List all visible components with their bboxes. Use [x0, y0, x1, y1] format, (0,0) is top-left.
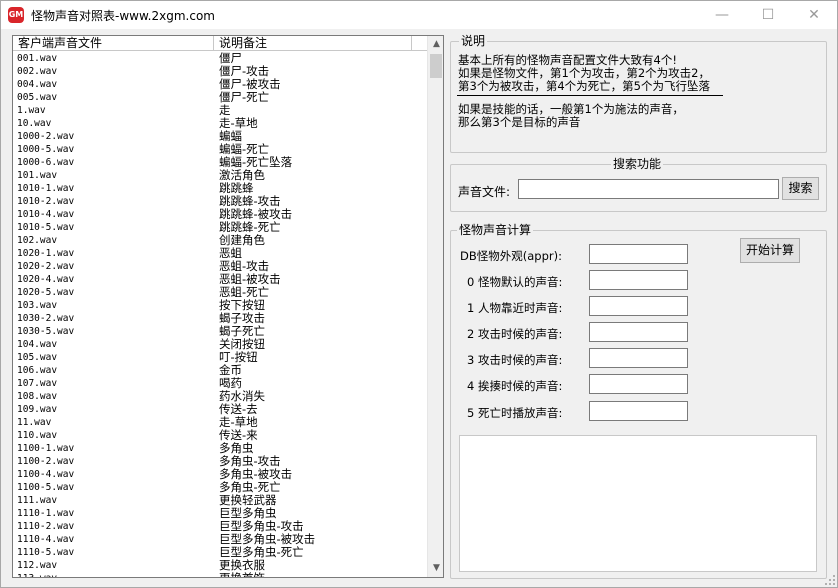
sound-file-name: 108.wav: [17, 391, 58, 402]
search-legend: 搜索功能: [611, 157, 664, 171]
sound-file-name: 1020-2.wav: [17, 261, 75, 272]
sound-file-label: 声音文件:: [458, 185, 511, 199]
window-title: 怪物声音对照表-www.2xgm.com: [31, 9, 215, 23]
sound-file-name: 001.wav: [17, 53, 58, 64]
sound-file-name: 111.wav: [17, 495, 58, 506]
sound-file-name: 1100-2.wav: [17, 456, 75, 467]
sound-file-name: 004.wav: [17, 79, 58, 90]
sound-file-name: 106.wav: [17, 365, 58, 376]
sound-file-name: 1000-5.wav: [17, 144, 75, 155]
attack-sound-field[interactable]: [589, 322, 688, 342]
close-button[interactable]: ✕: [791, 1, 837, 29]
calc-output-area[interactable]: [459, 435, 817, 572]
approach-sound-label: 1 人物靠近时声音:: [467, 301, 563, 315]
column-header-client-sound-file[interactable]: 客户端声音文件: [13, 36, 214, 51]
default-sound-field[interactable]: [589, 270, 688, 290]
sound-file-name: 102.wav: [17, 235, 58, 246]
app-icon: GM: [8, 7, 24, 23]
sound-file-name: 109.wav: [17, 404, 58, 415]
sound-file-name: 105.wav: [17, 352, 58, 363]
attack2-sound-field[interactable]: [589, 348, 688, 368]
sound-file-name: 1020-5.wav: [17, 287, 75, 298]
sound-file-name: 1100-4.wav: [17, 469, 75, 480]
hit-sound-label: 4 挨揍时候的声音:: [467, 379, 563, 393]
sound-file-name: 1020-4.wav: [17, 274, 75, 285]
sound-file-name: 1030-5.wav: [17, 326, 75, 337]
sound-file-name: 113.wav: [17, 572, 57, 577]
sound-file-name: 1010-5.wav: [17, 222, 75, 233]
description-divider: [457, 95, 723, 96]
title-bar[interactable]: GM 怪物声音对照表-www.2xgm.com — ☐ ✕: [1, 1, 837, 29]
column-header-description[interactable]: 说明备注: [214, 36, 412, 51]
scroll-thumb[interactable]: [430, 54, 442, 78]
sound-file-name: 1010-2.wav: [17, 196, 75, 207]
sound-file-name: 101.wav: [17, 170, 58, 181]
sound-file-name: 104.wav: [17, 339, 58, 350]
sound-file-name: 1110-1.wav: [17, 508, 75, 519]
calc-legend: 怪物声音计算: [457, 223, 534, 237]
sound-file-list[interactable]: 客户端声音文件 说明备注 001.wav 僵尸 002.wav 僵尸-攻击 004.wa…: [12, 35, 444, 578]
sound-file-name: 1010-4.wav: [17, 209, 75, 220]
sound-file-name: 1000-2.wav: [17, 131, 75, 142]
description-group: 说明 基本上所有的怪物声音配置文件大致有4个! 如果是怪物文件，第1个为攻击，第…: [450, 34, 827, 153]
search-group: 搜索功能 声音文件: 搜索: [450, 157, 827, 212]
description-legend: 说明: [459, 34, 488, 48]
resize-grip-icon[interactable]: [825, 575, 837, 587]
sound-file-name: 10.wav: [17, 118, 52, 129]
hit-sound-field[interactable]: [589, 374, 688, 394]
list-rows: 001.wav 僵尸 002.wav 僵尸-攻击 004.wav 僵尸-被攻击 005.wa…: [13, 52, 427, 578]
description-line: 那么第3个是目标的声音: [458, 115, 581, 129]
sound-file-name: 112.wav: [17, 560, 58, 571]
sound-file-name: 1010-1.wav: [17, 183, 75, 194]
attack-sound-label: 2 攻击时候的声音:: [467, 327, 563, 341]
sound-file-name: 103.wav: [17, 300, 58, 311]
sound-file-name: 1000-6.wav: [17, 157, 75, 168]
sound-file-name: 107.wav: [17, 378, 58, 389]
sound-file-name: 1030-2.wav: [17, 313, 75, 324]
appr-input[interactable]: [589, 244, 688, 264]
description-line: 第3个为被攻击，第4个为死亡，第5个为飞行坠落: [458, 79, 710, 93]
list-header: 客户端声音文件 说明备注: [13, 36, 427, 51]
app-window: GM 怪物声音对照表-www.2xgm.com — ☐ ✕ 客户端声音文件 说明…: [0, 0, 838, 588]
approach-sound-field[interactable]: [589, 296, 688, 316]
sound-description: 更换首饰: [219, 571, 265, 578]
search-button[interactable]: 搜索: [782, 177, 819, 200]
sound-file-name: 1110-2.wav: [17, 521, 75, 532]
maximize-button[interactable]: ☐: [745, 1, 791, 29]
sound-file-name: 005.wav: [17, 92, 58, 103]
sound-file-search-input[interactable]: [518, 179, 779, 199]
sound-file-name: 002.wav: [17, 66, 58, 77]
sound-file-name: 1100-1.wav: [17, 443, 75, 454]
scroll-up-arrow-icon[interactable]: ▲: [428, 36, 443, 53]
list-item[interactable]: 113.wav 更换首饰: [13, 572, 427, 578]
attack2-sound-label: 3 攻击时候的声音:: [467, 353, 563, 367]
sound-file-name: 1.wav: [17, 105, 46, 116]
sound-file-name: 11.wav: [17, 417, 52, 428]
death-sound-field[interactable]: [589, 401, 688, 421]
list-vertical-scrollbar[interactable]: ▲ ▼: [427, 36, 443, 577]
sound-file-name: 1020-1.wav: [17, 248, 75, 259]
sound-file-name: 110.wav: [17, 430, 58, 441]
death-sound-label: 5 死亡时播放声音:: [467, 406, 563, 420]
sound-file-name: 1110-4.wav: [17, 534, 75, 545]
sound-file-name: 1100-5.wav: [17, 482, 75, 493]
scroll-down-arrow-icon[interactable]: ▼: [428, 560, 443, 577]
minimize-button[interactable]: —: [699, 1, 745, 29]
monster-sound-calc-group: 怪物声音计算 开始计算 DB怪物外观(appr): 0 怪物默认的声音: 1 人…: [450, 223, 827, 579]
sound-file-name: 1110-5.wav: [17, 547, 75, 558]
start-calc-button[interactable]: 开始计算: [740, 238, 800, 263]
appr-label: DB怪物外观(appr):: [460, 249, 562, 263]
default-sound-label: 0 怪物默认的声音:: [467, 275, 563, 289]
